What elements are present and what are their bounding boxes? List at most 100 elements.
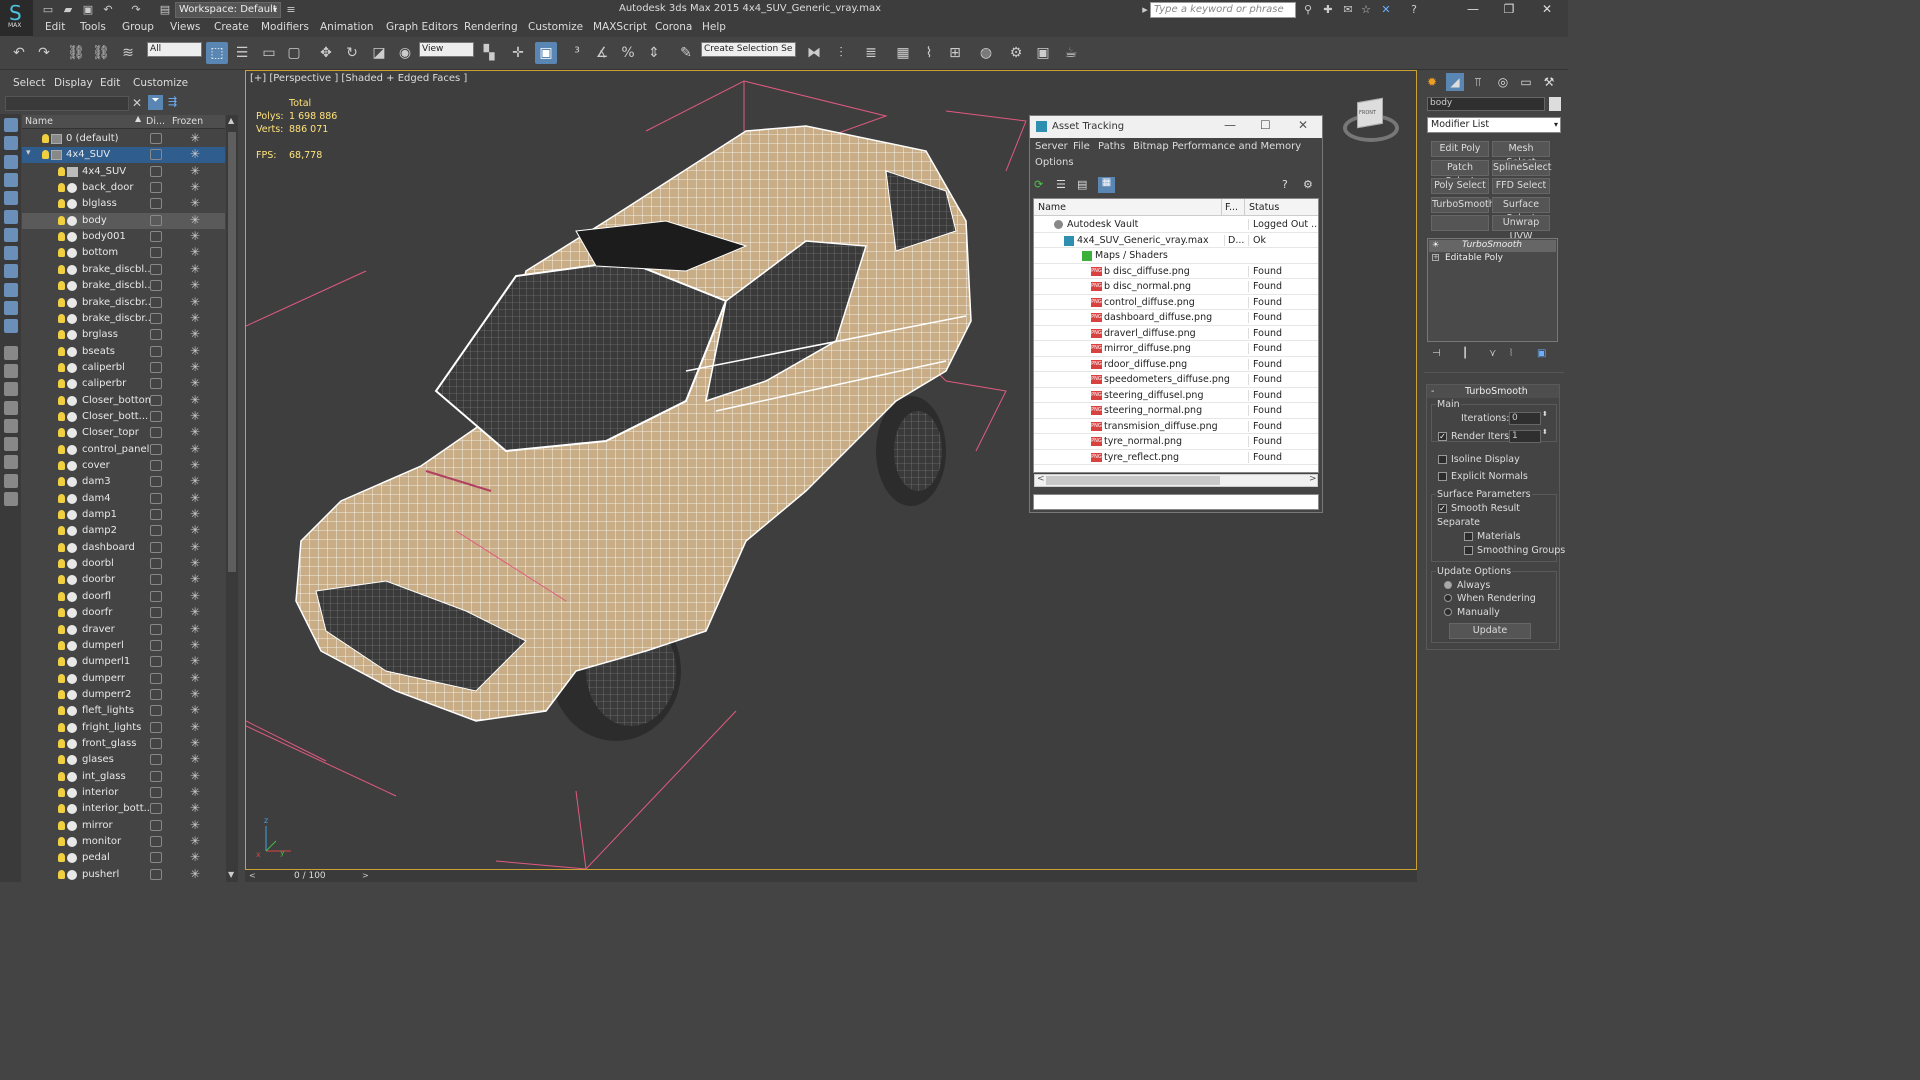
subscription-icon[interactable]: ✚ xyxy=(1320,2,1336,18)
display-box-icon[interactable] xyxy=(150,296,162,308)
asset-scroll-left-icon[interactable]: < xyxy=(1037,474,1045,484)
explorer-filter-icon[interactable] xyxy=(4,118,18,132)
frozen-icon[interactable]: ✳ xyxy=(190,752,200,766)
object-color-swatch[interactable] xyxy=(1549,97,1561,111)
scene-row[interactable]: doorbl ✳ xyxy=(22,556,225,572)
light-bulb-icon[interactable] xyxy=(58,820,65,830)
light-bulb-icon[interactable] xyxy=(58,183,65,193)
scene-row[interactable]: fright_lights ✳ xyxy=(22,720,225,736)
display-box-icon[interactable] xyxy=(150,133,162,144)
explorer-filter-icon[interactable] xyxy=(4,246,18,261)
window-crossing-icon[interactable]: ▢ xyxy=(283,42,305,64)
light-bulb-icon[interactable] xyxy=(58,395,65,405)
explorer-filter-icon[interactable] xyxy=(4,345,18,360)
scene-row[interactable]: pusherl ✳ xyxy=(22,867,225,883)
light-bulb-icon[interactable] xyxy=(58,755,65,765)
col-display[interactable]: Di... xyxy=(146,116,165,127)
curve-editor-icon[interactable]: ⌇ xyxy=(918,42,940,64)
scene-row[interactable]: pedal ✳ xyxy=(22,850,225,866)
display-box-icon[interactable] xyxy=(150,737,162,749)
asset-col-status[interactable]: Status xyxy=(1244,199,1279,216)
link-icon[interactable]: ⛓ xyxy=(65,42,87,64)
when-rendering-radio[interactable] xyxy=(1444,594,1452,602)
display-box-icon[interactable] xyxy=(150,165,162,177)
display-box-icon[interactable] xyxy=(150,312,162,324)
frozen-icon[interactable]: ✳ xyxy=(190,409,200,423)
scene-row[interactable]: ▾ 4x4_SUV ✳ xyxy=(22,147,225,164)
light-bulb-icon[interactable] xyxy=(58,559,65,569)
menu-group[interactable]: Group xyxy=(122,21,154,33)
favorites-icon[interactable]: ☆ xyxy=(1358,2,1374,18)
new-file-icon[interactable]: ▭ xyxy=(40,2,56,18)
explicit-normals-checkbox[interactable] xyxy=(1438,472,1447,481)
scene-row[interactable]: control_panel ✳ xyxy=(22,442,225,458)
display-box-icon[interactable] xyxy=(150,836,162,848)
search-expand-icon[interactable]: ▸ xyxy=(1140,2,1150,18)
modifier-button-ffd-select[interactable]: FFD Select xyxy=(1492,178,1550,195)
display-box-icon[interactable] xyxy=(150,149,162,161)
asset-row[interactable]: PNG dashboard_diffuse.png Found xyxy=(1034,310,1318,326)
display-box-icon[interactable] xyxy=(150,182,162,194)
light-bulb-icon[interactable] xyxy=(58,788,65,797)
explorer-filter-icon[interactable] xyxy=(4,227,18,242)
project-folder-icon[interactable]: ▤ xyxy=(157,2,173,18)
unlink-icon[interactable]: ⛓ xyxy=(90,42,112,64)
scene-row[interactable]: brake_discbl... ✳ xyxy=(22,278,225,294)
display-box-icon[interactable] xyxy=(150,476,162,488)
filter-icon[interactable]: ⏷ xyxy=(148,95,163,110)
display-box-icon[interactable] xyxy=(150,770,162,782)
display-box-icon[interactable] xyxy=(150,607,162,619)
light-bulb-icon[interactable] xyxy=(58,591,65,601)
scene-row[interactable]: interior_bott... ✳ xyxy=(22,801,225,817)
menu-animation[interactable]: Animation xyxy=(320,21,374,33)
light-bulb-icon[interactable] xyxy=(58,853,65,863)
light-bulb-icon[interactable] xyxy=(58,738,65,748)
isoline-checkbox[interactable] xyxy=(1438,455,1447,464)
light-bulb-icon[interactable] xyxy=(58,624,65,634)
asset-row[interactable]: PNG b disc_diffuse.png Found xyxy=(1034,264,1318,279)
rendered-frame-icon[interactable]: ▣ xyxy=(1032,42,1054,64)
create-tab-icon[interactable]: ✹ xyxy=(1423,73,1441,91)
display-box-icon[interactable] xyxy=(150,819,162,831)
asset-row[interactable]: PNG tyre_normal.png Found xyxy=(1034,434,1318,450)
asset-row[interactable]: PNG transmision_diffuse.png Found xyxy=(1034,419,1318,434)
modifier-button-unwrap-uvw[interactable]: Unwrap UVW xyxy=(1492,215,1550,242)
display-box-icon[interactable] xyxy=(150,410,162,422)
communication-icon[interactable]: ✉ xyxy=(1340,2,1356,18)
scene-row[interactable]: glases ✳ xyxy=(22,752,225,768)
scene-row[interactable]: damp1 ✳ xyxy=(22,507,225,523)
display-box-icon[interactable] xyxy=(150,231,162,243)
asset-row[interactable]: Maps / Shaders xyxy=(1034,248,1318,264)
stack-item-editable-poly[interactable]: + Editable Poly xyxy=(1429,253,1556,265)
scene-row[interactable]: dumperl ✳ xyxy=(22,638,225,654)
display-box-icon[interactable] xyxy=(150,525,162,537)
frozen-icon[interactable]: ✳ xyxy=(190,638,200,652)
display-box-icon[interactable] xyxy=(150,460,162,471)
frozen-icon[interactable]: ✳ xyxy=(190,376,200,390)
menu-corona[interactable]: Corona xyxy=(655,21,692,33)
frozen-icon[interactable]: ✳ xyxy=(190,654,200,668)
asset-help-icon[interactable]: ? xyxy=(1282,178,1288,191)
scene-row[interactable]: 0 (default) ✳ xyxy=(22,131,225,147)
menu-graph-editors[interactable]: Graph Editors xyxy=(386,21,458,33)
frozen-icon[interactable]: ✳ xyxy=(190,671,200,685)
list-view-icon[interactable]: ☰ xyxy=(1056,178,1066,191)
frozen-icon[interactable]: ✳ xyxy=(190,442,200,456)
display-box-icon[interactable] xyxy=(150,541,162,553)
frozen-icon[interactable]: ✳ xyxy=(190,344,200,358)
explorer-tab-display[interactable]: Display xyxy=(54,77,93,89)
iterations-spinner[interactable]: 0 xyxy=(1509,412,1541,425)
frozen-icon[interactable]: ✳ xyxy=(190,720,200,734)
configure-sets-icon[interactable]: ▣ xyxy=(1537,348,1546,359)
modifier-button-splineselect[interactable]: SplineSelect xyxy=(1492,159,1552,176)
scene-row[interactable]: blglass ✳ xyxy=(22,196,225,212)
schematic-view-icon[interactable]: ⊞ xyxy=(944,42,966,64)
frozen-icon[interactable]: ✳ xyxy=(190,131,200,145)
frozen-icon[interactable]: ✳ xyxy=(190,196,200,210)
frozen-icon[interactable]: ✳ xyxy=(190,311,200,325)
light-bulb-icon[interactable] xyxy=(58,771,65,781)
explorer-filter-icon[interactable] xyxy=(4,319,18,334)
expand-icon[interactable]: ▾ xyxy=(26,148,31,158)
scroll-thumb[interactable] xyxy=(228,132,236,572)
named-selection-dropdown[interactable]: Create Selection Se xyxy=(701,42,796,57)
